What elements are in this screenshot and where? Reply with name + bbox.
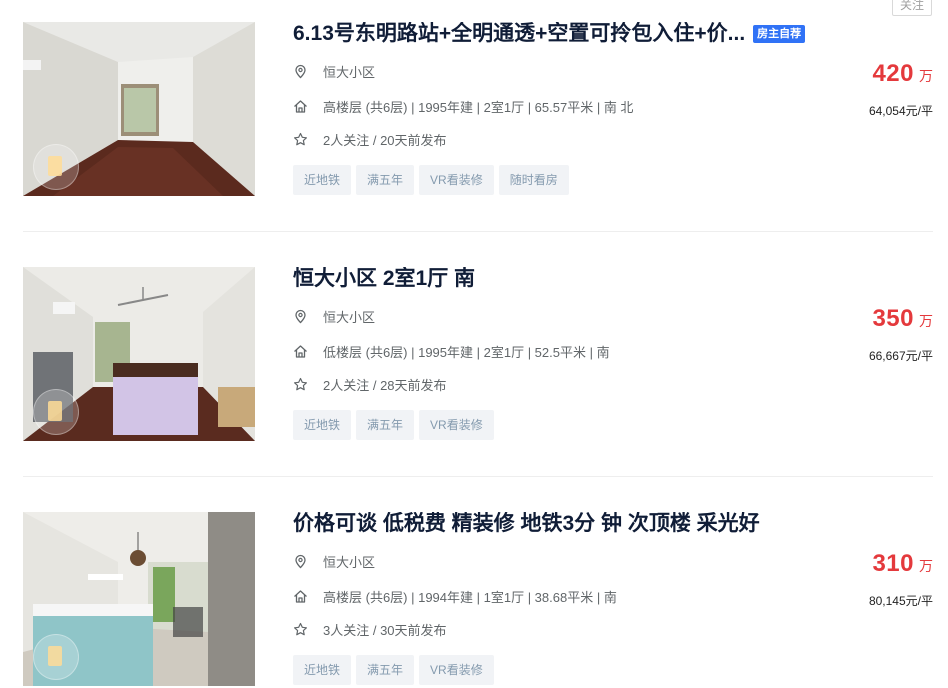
community-line: 恒大小区 [293,62,375,80]
community-line: 恒大小区 [293,552,375,570]
star-icon [293,622,308,637]
listing-card: 价格可谈 低税费 精装修 地铁3分 钟 次顶楼 采光好 恒大小区 高楼层 (共6… [23,512,933,686]
listing-title[interactable]: 恒大小区 2室1厅 南 [293,267,475,291]
community-name[interactable]: 恒大小区 [323,552,375,571]
follow-info-line: 3人关注 / 30天前发布 [293,620,447,638]
star-icon [293,377,308,392]
tag: 满五年 [356,410,415,440]
total-price: 310 万 [872,550,933,578]
tag: 近地铁 [293,410,352,440]
house-info: 低楼层 (共6层) | 1995年建 | 2室1厅 | 52.5平米 | 南 [323,344,610,360]
price-value: 420 [872,60,914,87]
listing-title[interactable]: 6.13号东明路站+全明通透+空置可拎包入住+价... [293,22,745,46]
price-value: 310 [872,550,914,577]
tag: VR看装修 [419,410,494,440]
location-pin-icon [293,309,308,324]
price-unit: 万 [919,313,933,329]
tag: VR看装修 [419,655,494,685]
house-icon [293,344,308,359]
follow-button[interactable]: 关注 [892,0,932,16]
location-pin-icon [293,64,308,79]
tag: 近地铁 [293,165,352,195]
house-info-line: 高楼层 (共6层) | 1994年建 | 1室1厅 | 38.68平米 | 南 [293,587,617,605]
community-name[interactable]: 恒大小区 [323,62,375,81]
location-pin-icon [293,554,308,569]
listing-photo[interactable] [23,22,255,196]
house-info-line: 高楼层 (共6层) | 1995年建 | 2室1厅 | 65.57平米 | 南 … [293,97,633,115]
unit-price: 66,667元/平 [868,349,933,363]
vr-view-icon [33,144,79,190]
owner-recommend-badge: 房主自荐 [753,25,806,43]
listing-photo[interactable] [23,267,255,441]
listing-card: 恒大小区 2室1厅 南 恒大小区 低楼层 (共6层) | 1995年建 | 2室… [23,267,933,441]
community-name[interactable]: 恒大小区 [323,307,375,326]
vr-view-icon [33,389,79,435]
house-info: 高楼层 (共6层) | 1994年建 | 1室1厅 | 38.68平米 | 南 [323,589,617,605]
tag: VR看装修 [419,165,494,195]
listing-photo[interactable] [23,512,255,686]
follow-info: 2人关注 / 28天前发布 [323,377,447,393]
follow-info: 3人关注 / 30天前发布 [323,622,447,638]
unit-price: 80,145元/平 [868,594,933,608]
follow-info-line: 2人关注 / 20天前发布 [293,130,447,148]
tag: 满五年 [356,165,415,195]
unit-price: 64,054元/平 [868,104,933,118]
tag-list: 近地铁 满五年 VR看装修 [293,655,494,685]
price-unit: 万 [919,68,933,84]
follow-info-line: 2人关注 / 28天前发布 [293,375,447,393]
total-price: 420 万 [872,60,933,88]
listing-card: 6.13号东明路站+全明通透+空置可拎包入住+价... 房主自荐 恒大小区 高楼… [23,22,933,196]
price-unit: 万 [919,558,933,574]
tag: 随时看房 [498,165,569,195]
listing-title[interactable]: 价格可谈 低税费 精装修 地铁3分 钟 次顶楼 采光好 [293,512,760,536]
community-line: 恒大小区 [293,307,375,325]
total-price: 350 万 [872,305,933,333]
house-info: 高楼层 (共6层) | 1995年建 | 2室1厅 | 65.57平米 | 南 … [323,99,634,115]
follow-info: 2人关注 / 20天前发布 [323,132,447,148]
price-value: 350 [872,305,914,332]
tag-list: 近地铁 满五年 VR看装修 随时看房 [293,165,569,195]
tag: 近地铁 [293,655,352,685]
listing-divider [23,231,933,232]
tag-list: 近地铁 满五年 VR看装修 [293,410,494,440]
vr-view-icon [33,634,79,680]
house-info-line: 低楼层 (共6层) | 1995年建 | 2室1厅 | 52.5平米 | 南 [293,342,610,360]
listing-divider [23,476,933,477]
house-icon [293,99,308,114]
star-icon [293,132,308,147]
house-icon [293,589,308,604]
tag: 满五年 [356,655,415,685]
